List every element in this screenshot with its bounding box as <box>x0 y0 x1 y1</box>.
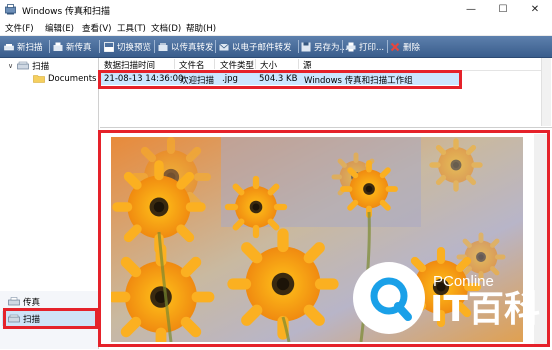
delete-label: 删除 <box>403 42 421 53</box>
pconline-logo <box>353 262 425 334</box>
tree-item-scan-label: 扫描 <box>32 61 50 72</box>
maximize-button[interactable]: ☐ <box>487 0 519 19</box>
fax-icon <box>8 297 20 306</box>
new-scan-label: 新扫描 <box>17 42 43 53</box>
forward-as-fax-button[interactable]: 以传真转发 <box>158 36 214 57</box>
new-fax-label: 新传真 <box>66 42 92 53</box>
fax-forward-icon <box>158 42 168 51</box>
toolbar-divider <box>99 40 100 53</box>
minimize-button[interactable]: — <box>455 0 487 19</box>
menu-tools[interactable]: 工具(T) <box>117 22 146 34</box>
new-scan-button[interactable]: 新扫描 <box>4 36 43 57</box>
scanner-icon <box>4 43 14 50</box>
tree-item-scan[interactable]: ∨ 扫描 <box>8 59 49 72</box>
tree-item-documents-label: Documents <box>48 73 97 84</box>
list-scrollbar[interactable] <box>541 58 551 126</box>
column-divider <box>255 59 256 69</box>
tree-item-documents[interactable]: Documents <box>33 72 96 85</box>
save-as-button[interactable]: 另存为... <box>301 36 348 57</box>
watermark-text: PConline IT百科 <box>430 273 540 330</box>
forward-as-email-button[interactable]: 以电子邮件转发 <box>219 36 292 57</box>
menu-help[interactable]: 帮助(H) <box>186 22 216 34</box>
column-divider <box>174 59 175 69</box>
toggle-preview-label: 切换预览 <box>117 42 152 53</box>
delete-button[interactable]: 删除 <box>390 36 420 57</box>
window-title: Windows 传真和扫描 <box>22 7 111 17</box>
folder-tab-fax[interactable]: 传真 <box>2 294 96 309</box>
fax-scan-app-icon <box>5 4 16 15</box>
magnifier-icon <box>370 277 412 321</box>
email-icon <box>219 43 229 50</box>
column-divider <box>214 59 215 69</box>
fax-icon <box>53 42 63 51</box>
forward-as-email-label: 以电子邮件转发 <box>232 42 292 53</box>
toggle-preview-button[interactable]: 切换预览 <box>104 36 151 57</box>
watermark-name: IT百科 <box>430 289 540 330</box>
chevron-down-icon: ∨ <box>8 61 14 70</box>
toolbar-divider <box>49 40 50 53</box>
menu-bar: 文件(F) 编辑(E) 查看(V) 工具(T) 文档(D) 帮助(H) <box>0 19 552 36</box>
toolbar-divider <box>154 40 155 53</box>
folder-tree: ∨ 扫描 Documents <box>0 58 99 291</box>
toolbar: 新扫描 新传真 切换预览 以传真转发 以电子邮件转发 另存为... 打印... … <box>0 36 552 58</box>
close-button[interactable]: ✕ <box>519 0 551 19</box>
toolbar-divider <box>215 40 216 53</box>
menu-edit[interactable]: 编辑(E) <box>45 22 74 34</box>
watermark-brand: PConline <box>433 273 494 290</box>
forward-as-fax-label: 以传真转发 <box>171 42 214 53</box>
column-divider <box>298 59 299 69</box>
scan-tab-highlight-box <box>3 308 98 329</box>
print-label: 打印... <box>359 42 385 53</box>
toolbar-divider <box>298 40 299 53</box>
scanner-folder-icon <box>17 61 29 70</box>
print-button[interactable]: 打印... <box>346 36 384 57</box>
save-icon <box>301 42 311 51</box>
menu-document[interactable]: 文档(D) <box>151 22 181 34</box>
printer-icon <box>346 42 356 51</box>
preview-pane-icon <box>104 41 114 52</box>
new-fax-button[interactable]: 新传真 <box>53 36 92 57</box>
folder-icon <box>33 75 45 83</box>
toolbar-divider <box>387 40 388 53</box>
file-row-highlight-box <box>98 70 462 89</box>
folder-tab-fax-label: 传真 <box>23 297 41 308</box>
menu-file[interactable]: 文件(F) <box>5 22 34 34</box>
title-bar: Windows 传真和扫描 — ☐ ✕ <box>0 0 552 19</box>
delete-x-icon <box>390 42 400 51</box>
toolbar-divider <box>342 40 343 53</box>
menu-view[interactable]: 查看(V) <box>82 22 111 34</box>
